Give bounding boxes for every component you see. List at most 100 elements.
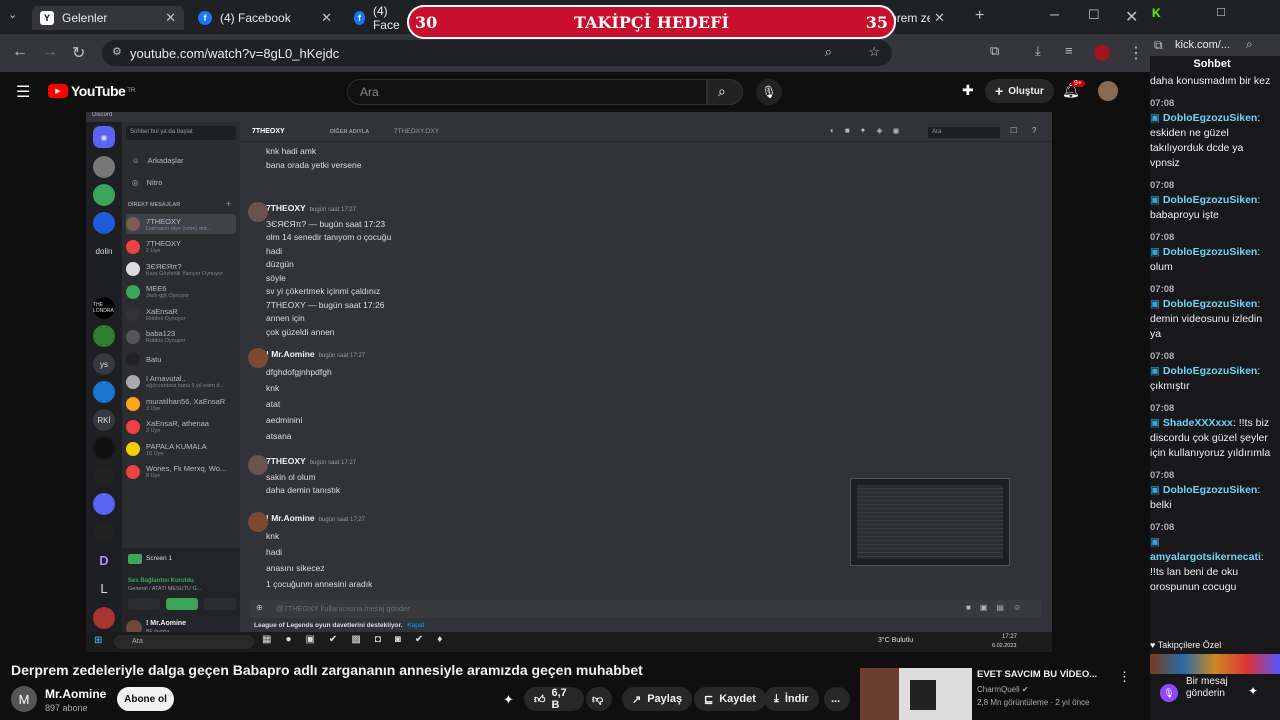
server-icon[interactable]	[93, 437, 115, 459]
chat-username[interactable]: ShadeXXXxxx	[1163, 417, 1233, 429]
server-icon[interactable]	[93, 381, 115, 403]
search-button[interactable]: ⌕	[707, 79, 743, 105]
hamburger-menu-icon[interactable]: ☰	[16, 82, 30, 102]
cast-icon[interactable]: ✚	[962, 82, 974, 99]
subscribe-button[interactable]: Abone ol	[117, 687, 174, 711]
dm-item[interactable]: Batu	[126, 349, 236, 369]
related-title[interactable]: EVET SAVCIM BU VİDEO...	[977, 669, 1097, 680]
chat-input[interactable]: Bir mesaj gönderin	[1186, 676, 1246, 700]
maximize-icon[interactable]: ☐	[1088, 7, 1100, 23]
dislike-button[interactable]: 👎︎	[586, 687, 612, 711]
message-author[interactable]: ! Mr.Aomine	[266, 349, 315, 359]
new-tab-icon[interactable]: +	[975, 7, 984, 25]
dm-item[interactable]: PAPALA KUMALA 10 Üye	[126, 439, 236, 459]
reload-icon[interactable]: ↻	[72, 43, 85, 63]
dm-item[interactable]: ЗЄЯЄЯπ? Kara Gözlerlik Yanıyor Oynuyor	[126, 259, 236, 279]
zoom-icon[interactable]: ⌕	[825, 44, 832, 60]
server-icon[interactable]	[93, 156, 115, 178]
search-input[interactable]: Ara	[347, 79, 707, 105]
discord-home-icon[interactable]: ◉	[93, 126, 115, 148]
server-icon[interactable]: D	[93, 549, 115, 571]
download-icon[interactable]: ⤓	[1035, 43, 1041, 59]
help-icon[interactable]: ?	[1032, 126, 1036, 135]
camera-button[interactable]	[128, 598, 160, 610]
send-icon[interactable]: ✦	[1248, 684, 1258, 698]
close-icon[interactable]: ✕	[165, 10, 176, 26]
like-button[interactable]: 👍︎ 6,7 B	[524, 687, 584, 711]
message-input[interactable]: ⊕ @7THEOXY kullanıcısına mesaj gönder ■▣…	[250, 600, 1042, 618]
chat-username[interactable]: DobloEgzozuSiken	[1163, 112, 1258, 124]
chat-username[interactable]: DobloEgzozuSiken	[1163, 246, 1258, 258]
message-avatar[interactable]	[248, 348, 268, 368]
taskbar-date[interactable]: 6.02.2023	[992, 643, 1016, 649]
chat-username[interactable]: DobloEgzozuSiken	[1163, 298, 1258, 310]
minimize-icon[interactable]: –	[1050, 6, 1059, 24]
window-restore-icon[interactable]: ☐	[1216, 6, 1226, 19]
close-icon[interactable]: ✕	[321, 10, 332, 26]
nitro-link[interactable]: ◎ Nitro	[126, 172, 236, 192]
friends-link[interactable]: ☺ Arkadaşlar	[126, 150, 236, 170]
dm-item[interactable]: 7THEOXY 2 Üye	[126, 237, 236, 257]
create-button[interactable]: + Oluştur	[985, 79, 1054, 103]
dm-item[interactable]: Wones, Fk Merxq, Wo... 8 Üye	[126, 462, 236, 482]
chat-username[interactable]: amyalargotsikernecati	[1150, 551, 1261, 563]
bookmark-star-icon[interactable]: ☆	[868, 44, 880, 60]
dm-item[interactable]: 7THEOXY Dalmasın diye (istim) örtt...	[126, 214, 236, 234]
account-avatar[interactable]	[1098, 81, 1118, 101]
mic-icon[interactable]: 🎙︎	[1160, 684, 1178, 702]
forward-icon[interactable]: →	[42, 43, 58, 61]
menu-dots-icon[interactable]: ⋮	[1128, 43, 1144, 63]
message-author[interactable]: ! Mr.Aomine	[266, 513, 315, 523]
server-icon[interactable]	[93, 268, 115, 290]
ai-sparkle-icon[interactable]: ✦	[503, 692, 514, 708]
site-info-icon[interactable]: ⚙	[112, 45, 122, 58]
related-channel[interactable]: CharmQuell ✔	[977, 685, 1029, 694]
new-dm-icon[interactable]: +	[226, 199, 231, 209]
message-avatar[interactable]	[248, 512, 268, 532]
server-icon[interactable]	[93, 521, 115, 543]
chat-username[interactable]: DobloEgzozuSiken	[1163, 484, 1258, 496]
tab-search-icon[interactable]: ⌄	[8, 8, 17, 21]
tab-gelenler[interactable]: Y Gelenler ✕	[32, 6, 184, 30]
server-icon[interactable]	[93, 465, 115, 487]
lol-close-link[interactable]: Kapat	[407, 622, 424, 629]
channel-name[interactable]: Mr.Aomine	[45, 687, 106, 701]
extensions-icon[interactable]: ⧉	[990, 43, 999, 59]
tab-facebook-2[interactable]: f (4) Face	[346, 4, 416, 32]
dm-item[interactable]: baba123 Roblox Oynuyor	[126, 327, 236, 347]
screen-share-preview[interactable]	[850, 478, 1010, 566]
save-button[interactable]: ⊑ Kaydet	[694, 687, 766, 711]
dm-item[interactable]: I Arnavutal.. ağı/cvantara bana 5 yıl esi…	[126, 372, 236, 392]
server-icon[interactable]: dolin	[93, 240, 115, 262]
window-close-icon[interactable]: ✕	[1125, 7, 1138, 27]
dm-item[interactable]: XaEnsaR Roblox Oynuyor	[126, 304, 236, 324]
find-conversation-input[interactable]: Sohbet bul ya da başlat	[126, 126, 236, 140]
input-action-icons[interactable]: ■▣▤☺	[966, 603, 1030, 612]
dm-item[interactable]: MEE6 Jack-gpt Oynuyor	[126, 282, 236, 302]
video-player[interactable]: Discord ◉ dolin THE LONDRA ys RKİ D L So…	[86, 112, 1052, 652]
weather-widget[interactable]: 3°C Bulutlu	[878, 637, 913, 644]
server-icon[interactable]: RKİ	[93, 409, 115, 431]
media-icon[interactable]: ≡	[1065, 43, 1073, 58]
taskbar-apps[interactable]: ▦●▣✔▩◘◙✔♦	[262, 634, 456, 645]
dm-item[interactable]: muratilhan56, XaEnsaR 3 Üye	[126, 394, 236, 414]
profile-avatar[interactable]	[1094, 45, 1110, 61]
share-button[interactable]: ↗ Paylaş	[622, 687, 693, 711]
share-screen-button[interactable]	[166, 598, 198, 610]
call-icons[interactable]: ◐■✦◈◉	[830, 126, 910, 135]
server-icon[interactable]	[93, 184, 115, 206]
server-icon[interactable]	[93, 212, 115, 234]
related-thumbnail[interactable]	[860, 668, 972, 720]
message-avatar[interactable]	[248, 455, 268, 475]
related-menu-icon[interactable]: ⋮	[1118, 669, 1131, 685]
chat-username[interactable]: DobloEgzozuSiken	[1163, 194, 1258, 206]
server-icon[interactable]	[93, 325, 115, 347]
download-button[interactable]: ⤓ İndir	[764, 687, 819, 711]
server-icon[interactable]: THE LONDRA	[93, 297, 115, 319]
server-icon[interactable]: ys	[93, 353, 115, 375]
message-author[interactable]: 7THEOXY	[266, 203, 306, 213]
address-bar[interactable]: ⚙ youtube.com/watch?v=8gL0_hKejdc ⌕ ☆	[102, 40, 892, 66]
taskbar-time[interactable]: 17:27	[1002, 634, 1017, 640]
message-author[interactable]: 7THEOXY	[266, 456, 306, 466]
voice-search-icon[interactable]: 🎙︎	[756, 79, 782, 105]
